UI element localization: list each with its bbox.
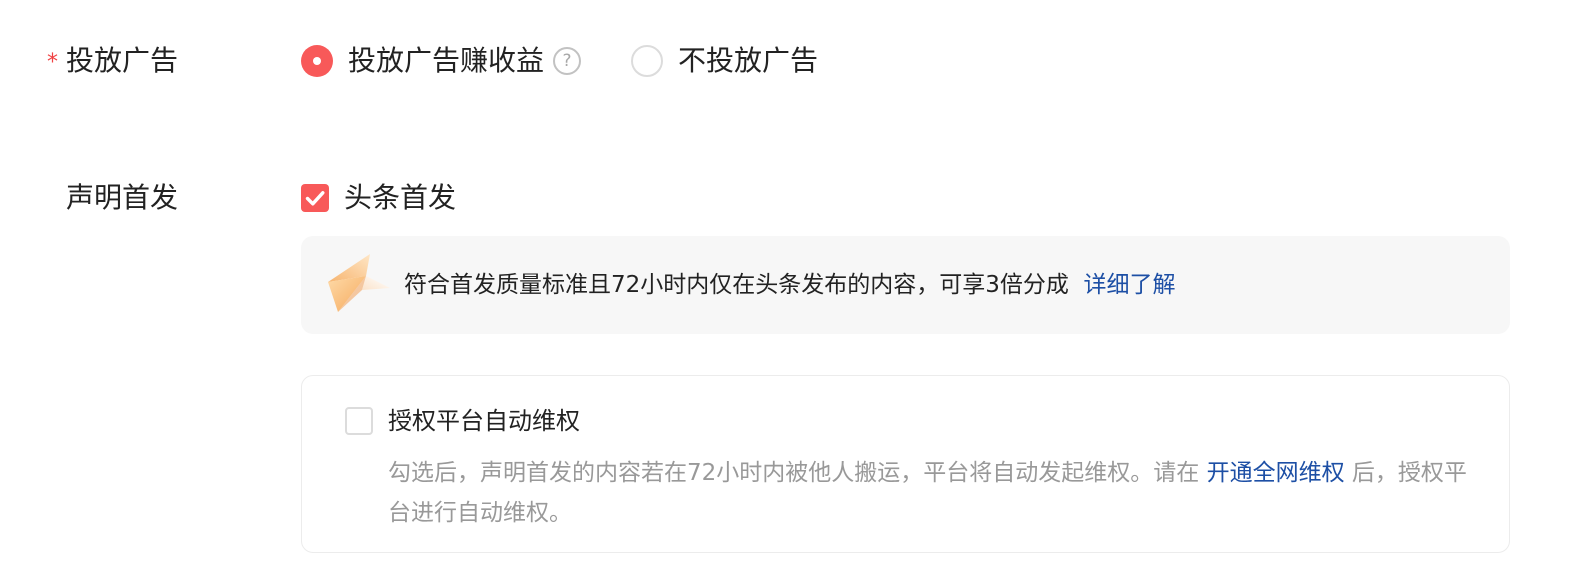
first-publish-row-label: 声明首发 [66, 181, 179, 214]
radio-no-ad[interactable] [631, 45, 663, 77]
required-mark: * [47, 50, 58, 75]
auto-rights-desc-before: 勾选后，声明首发的内容若在72小时内被他人搬运，平台将自动发起维权。请在 [388, 460, 1207, 486]
enable-rights-link[interactable]: 开通全网维权 [1207, 460, 1345, 486]
first-publish-checkbox-label[interactable]: 头条首发 [344, 182, 456, 214]
radio-ad-earn-label[interactable]: 投放广告赚收益 [348, 45, 544, 77]
auto-rights-checkbox[interactable] [345, 407, 373, 435]
origami-star-illustration [328, 254, 390, 312]
question-circle-icon[interactable]: ? [553, 47, 581, 75]
radio-ad-earn[interactable] [301, 45, 333, 77]
first-publish-checkbox[interactable] [301, 184, 329, 212]
ad-row-label: 投放广告 [66, 44, 179, 77]
auto-rights-description: 勾选后，声明首发的内容若在72小时内被他人搬运，平台将自动发起维权。请在 开通全… [388, 453, 1478, 533]
auto-rights-checkbox-label[interactable]: 授权平台自动维权 [388, 406, 580, 436]
first-publish-info-message: 符合首发质量标准且72小时内仅在头条发布的内容，可享3倍分成 [404, 272, 1069, 298]
first-publish-info-text: 符合首发质量标准且72小时内仅在头条发布的内容，可享3倍分成 详细了解 [404, 271, 1176, 299]
learn-more-link[interactable]: 详细了解 [1084, 272, 1176, 298]
radio-no-ad-label[interactable]: 不投放广告 [678, 45, 818, 77]
checkmark-icon [305, 191, 325, 206]
auto-rights-box: 授权平台自动维权 勾选后，声明首发的内容若在72小时内被他人搬运，平台将自动发起… [301, 375, 1510, 553]
first-publish-info-box: 符合首发质量标准且72小时内仅在头条发布的内容，可享3倍分成 详细了解 [301, 236, 1510, 334]
